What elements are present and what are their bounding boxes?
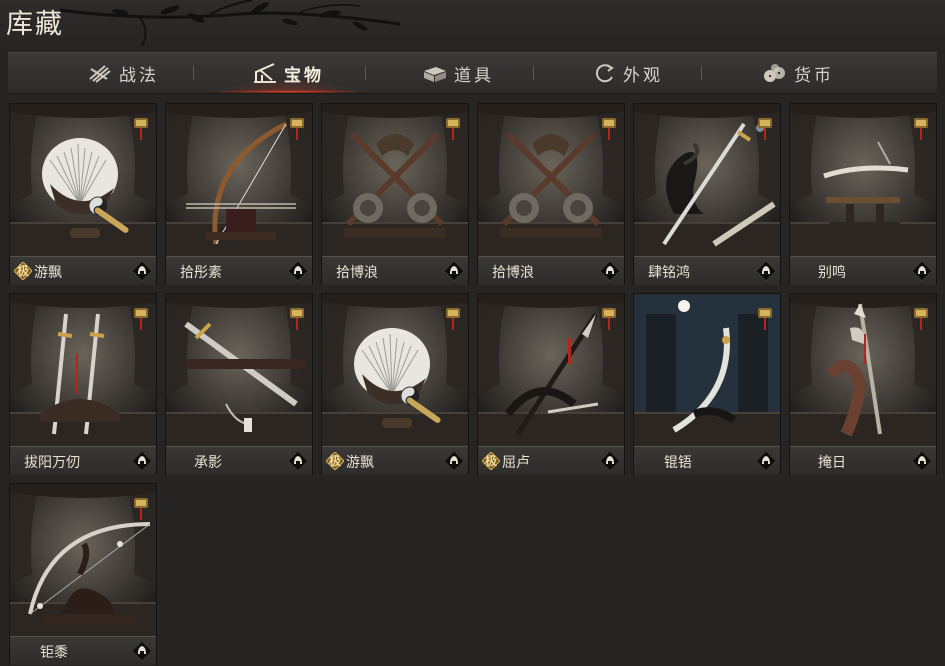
box-icon [424, 67, 446, 82]
equip-helmet-icon[interactable] [911, 450, 933, 472]
coins-icon [764, 64, 785, 82]
treasure-card[interactable]: 极屈卢 [478, 294, 624, 475]
treasure-card[interactable]: 极游飘 [10, 104, 156, 285]
treasure-name: 承影 [194, 455, 222, 471]
equip-helmet-icon[interactable] [131, 640, 153, 662]
treasure-artwork [10, 104, 156, 256]
treasure-name: 钜黍 [40, 645, 68, 661]
title-bar: 库藏 [0, 0, 945, 50]
treasure-card[interactable]: 拾博浪 [322, 104, 468, 285]
treasure-name: 拾彤素 [180, 265, 222, 281]
treasure-name-bar: 极游飘 [10, 256, 156, 285]
treasure-artwork [166, 104, 312, 256]
treasure-name: 肆铭鸿 [648, 265, 690, 281]
swirl-icon [595, 64, 614, 83]
treasure-name-bar: 掩日 [790, 446, 936, 475]
treasure-name: 拔阳万仞 [24, 455, 80, 471]
tab-label: 货币 [794, 65, 834, 86]
treasure-card[interactable]: 拾博浪 [478, 104, 624, 285]
equip-helmet-icon[interactable] [443, 450, 465, 472]
treasure-name: 游飘 [34, 265, 62, 281]
treasure-name-bar: 拾彤素 [166, 256, 312, 285]
treasure-name: 掩日 [818, 455, 846, 471]
tab-waiguan[interactable]: 外观 [553, 53, 703, 93]
equip-helmet-icon[interactable] [599, 450, 621, 472]
tab-separator [701, 66, 702, 80]
treasure-name: 别鸣 [818, 265, 846, 281]
treasure-artwork [634, 294, 780, 446]
treasure-artwork [10, 294, 156, 446]
equip-helmet-icon[interactable] [755, 260, 777, 282]
grade-label: 极 [16, 264, 29, 278]
equip-helmet-icon[interactable] [911, 260, 933, 282]
treasure-name-bar: 拾博浪 [322, 256, 468, 285]
treasure-artwork [166, 294, 312, 446]
treasure-card[interactable]: 钜黍 [10, 484, 156, 665]
treasure-artwork [478, 104, 624, 256]
treasure-name-bar: 拔阳万仞 [10, 446, 156, 475]
treasure-name-bar: 承影 [166, 446, 312, 475]
tab-huobi[interactable]: 货币 [723, 53, 873, 93]
treasure-name: 拾博浪 [336, 265, 378, 281]
grade-emblem-icon: 极 [13, 261, 33, 281]
treasure-artwork [790, 104, 936, 256]
grade-emblem-icon: 极 [481, 451, 501, 471]
tab-separator [193, 66, 194, 80]
treasure-card[interactable]: 承影 [166, 294, 312, 475]
treasure-name: 游飘 [346, 455, 374, 471]
tab-separator [533, 66, 534, 80]
equip-helmet-icon[interactable] [131, 260, 153, 282]
treasure-name: 拾博浪 [492, 265, 534, 281]
treasure-name-bar: 拾博浪 [478, 256, 624, 285]
treasure-name-bar: 锟铻 [634, 446, 780, 475]
equip-helmet-icon[interactable] [755, 450, 777, 472]
equip-helmet-icon[interactable] [599, 260, 621, 282]
grade-label: 极 [328, 454, 341, 468]
treasure-card[interactable]: 拾彤素 [166, 104, 312, 285]
equip-helmet-icon[interactable] [287, 450, 309, 472]
tab-separator [365, 66, 366, 80]
treasure-artwork [10, 484, 156, 636]
equip-helmet-icon[interactable] [287, 260, 309, 282]
tab-baowu[interactable]: 宝物 [208, 53, 368, 93]
category-tab-bar: 战法 宝物 道具 外观 货币 [8, 52, 937, 94]
treasure-artwork [478, 294, 624, 446]
active-tab-underline [208, 90, 368, 93]
treasure-name-bar: 别鸣 [790, 256, 936, 285]
tab-label: 外观 [623, 65, 663, 86]
tab-zhanfa[interactable]: 战法 [58, 53, 188, 93]
tab-label: 战法 [119, 65, 159, 86]
treasure-artwork [634, 104, 780, 256]
grade-label: 极 [484, 454, 497, 468]
equip-helmet-icon[interactable] [443, 260, 465, 282]
equip-helmet-icon[interactable] [131, 450, 153, 472]
treasure-name-bar: 肆铭鸿 [634, 256, 780, 285]
treasure-card[interactable]: 别鸣 [790, 104, 936, 285]
treasure-artwork [790, 294, 936, 446]
treasure-artwork [322, 104, 468, 256]
treasure-artwork [322, 294, 468, 446]
treasure-name-bar: 极游飘 [322, 446, 468, 475]
tab-daoju[interactable]: 道具 [383, 53, 533, 93]
treasure-name: 屈卢 [502, 455, 530, 471]
treasure-name-bar: 极屈卢 [478, 446, 624, 475]
treasure-card[interactable]: 拔阳万仞 [10, 294, 156, 475]
treasure-card[interactable]: 极游飘 [322, 294, 468, 475]
page-title: 库藏 [6, 9, 64, 40]
treasure-card[interactable]: 肆铭鸿 [634, 104, 780, 285]
grade-emblem-icon: 极 [325, 451, 345, 471]
treasure-name: 锟铻 [664, 455, 692, 471]
tab-label: 道具 [454, 65, 494, 86]
treasure-card[interactable]: 掩日 [790, 294, 936, 475]
scroll-bundle-icon [89, 65, 111, 83]
treasure-card[interactable]: 锟铻 [634, 294, 780, 475]
